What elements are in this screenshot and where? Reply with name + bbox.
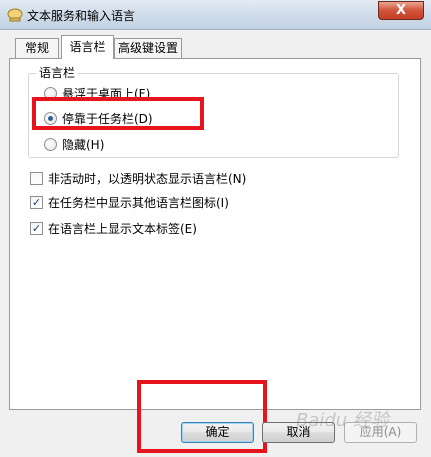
radio-label: 隐藏(H) [62,137,105,152]
checkbox-transparent-when-inactive[interactable]: 非活动时，以透明状态显示语言栏(N) [30,170,246,186]
radio-hidden[interactable]: 隐藏(H) [44,136,104,152]
checkbox-checked[interactable]: ✓ [30,195,43,209]
keyboard-icon [7,8,23,22]
watermark: Baidu 经验 [296,410,389,431]
radio-label: 悬浮于桌面上(F) [62,86,151,101]
close-button[interactable]: X [378,1,424,20]
radio-float-on-desktop[interactable]: 悬浮于桌面上(F) [44,85,150,101]
radio-label: 停靠于任务栏(D) [62,111,153,126]
checkbox[interactable] [30,171,43,185]
tab-general[interactable]: 常规 [15,38,59,58]
title-bar: 文本服务和输入语言 X [0,0,431,30]
radio-button[interactable] [44,137,57,151]
radio-button-selected[interactable] [44,111,57,125]
checkbox-show-extra-icons[interactable]: ✓ 在任务栏中显示其他语言栏图标(I) [30,194,229,210]
radio-dock-in-taskbar[interactable]: 停靠于任务栏(D) [44,110,153,126]
checkbox-show-text-labels[interactable]: ✓ 在语言栏上显示文本标签(E) [30,220,197,236]
group-title: 语言栏 [36,64,79,81]
checkbox-label: 在语言栏上显示文本标签(E) [48,221,197,236]
tab-advanced-key-settings[interactable]: 高级键设置 [114,38,182,58]
ok-button[interactable]: 确定 [181,422,254,443]
window-title: 文本服务和输入语言 [27,9,136,23]
radio-button[interactable] [44,86,57,100]
checkbox-label: 非活动时，以透明状态显示语言栏(N) [48,171,247,186]
tab-language-bar[interactable]: 语言栏 [61,35,114,59]
checkbox-checked[interactable]: ✓ [30,221,43,235]
checkbox-label: 在任务栏中显示其他语言栏图标(I) [48,195,229,210]
